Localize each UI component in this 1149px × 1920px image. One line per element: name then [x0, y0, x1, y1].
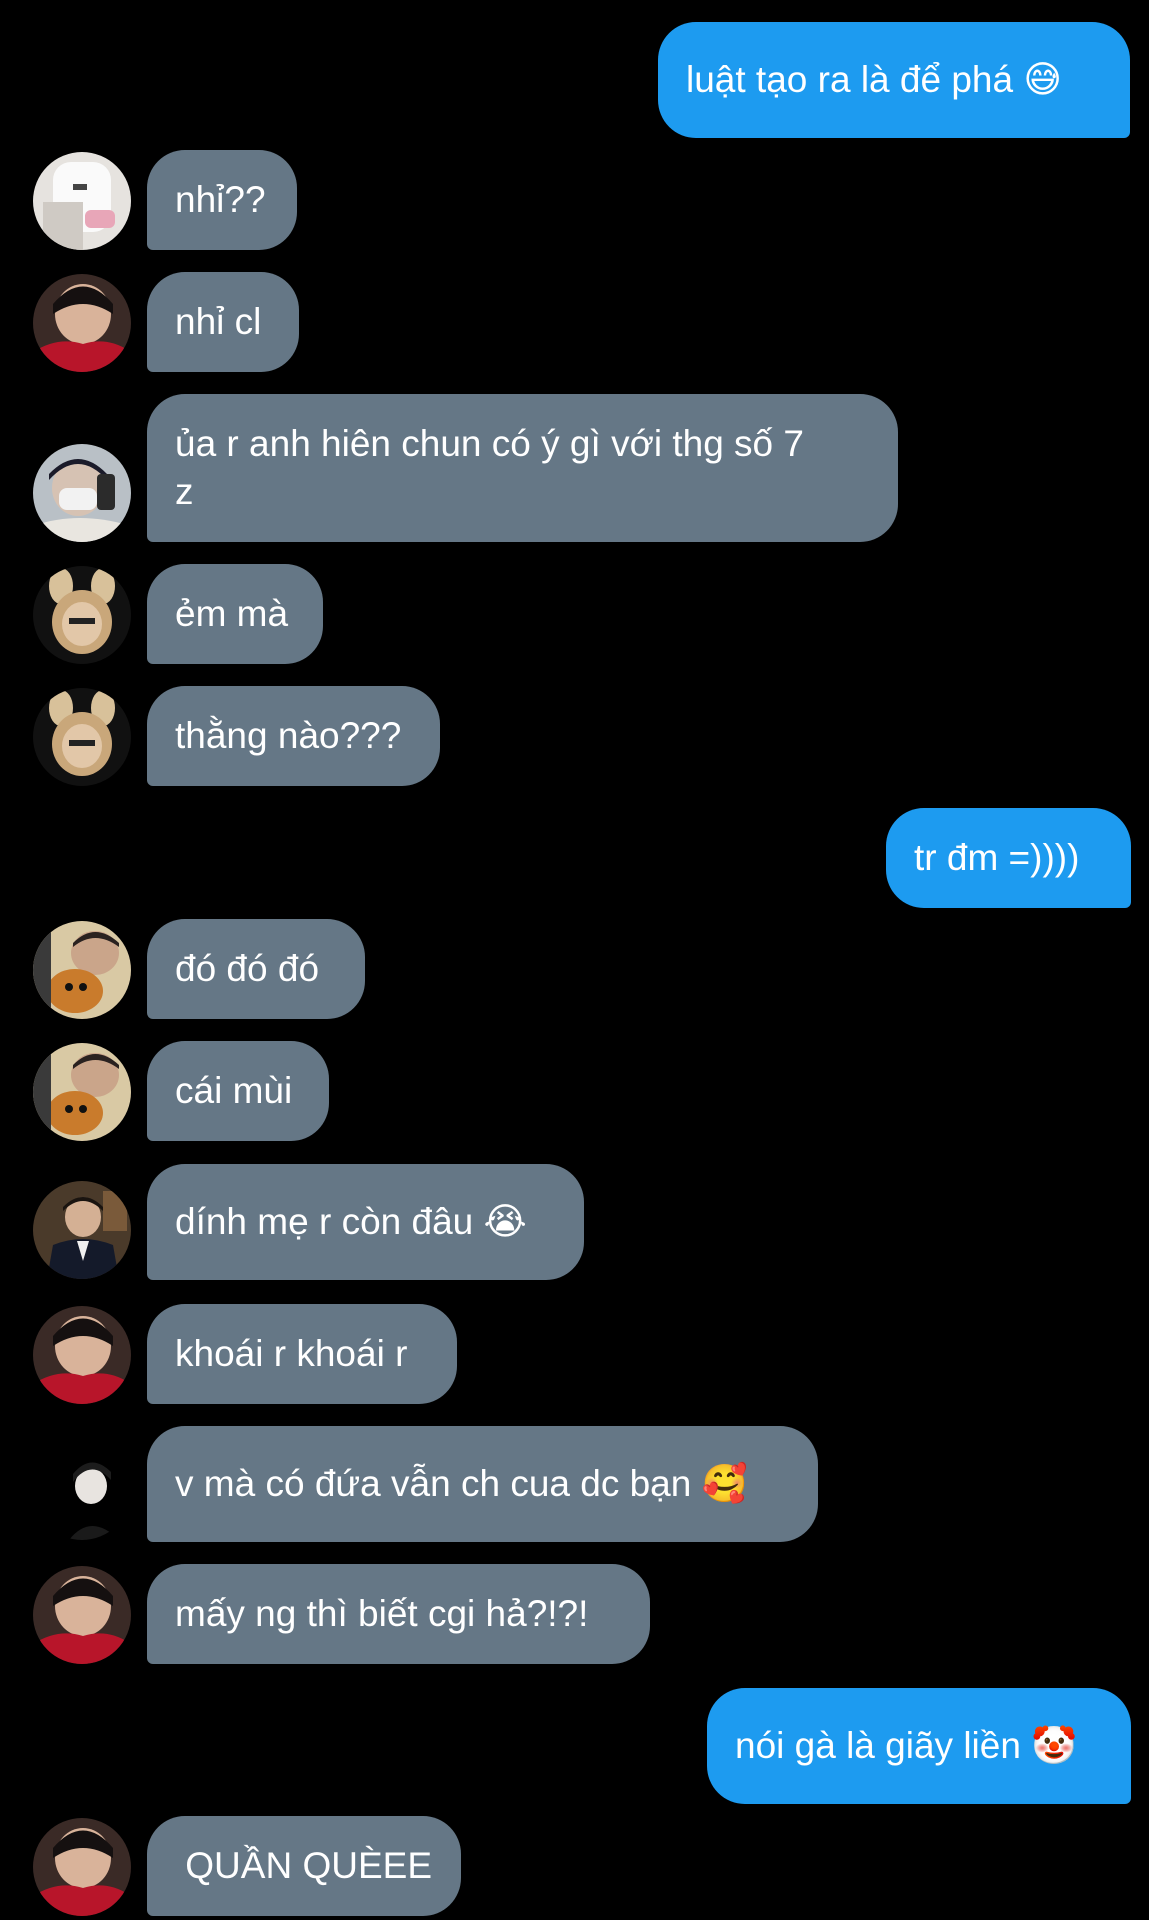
message-text: nói gà là giãy liền 🤡	[735, 1725, 1078, 1766]
user-a-avatar[interactable]	[33, 152, 131, 250]
message-bubble-incoming[interactable]: ẻm mà	[147, 564, 323, 664]
user-c-avatar[interactable]	[33, 444, 131, 542]
message-text: khoái r khoái r	[175, 1333, 408, 1374]
message-bubble-outgoing[interactable]: nói gà là giãy liền 🤡	[707, 1688, 1131, 1804]
message-text: nhỉ??	[175, 179, 266, 220]
message-text: cái mùi	[175, 1070, 293, 1111]
user-d-avatar[interactable]	[33, 566, 131, 664]
message-bubble-incoming[interactable]: thằng nào???	[147, 686, 440, 786]
message-bubble-incoming[interactable]: đó đó đó	[147, 919, 365, 1019]
user-e-avatar[interactable]	[33, 921, 131, 1019]
message-text: QUẦN QUÈEE	[175, 1845, 432, 1886]
message-bubble-incoming[interactable]: ủa r anh hiên chun có ý gì với thg số 7 …	[147, 394, 898, 542]
message-bubble-outgoing[interactable]: tr đm =))))	[886, 808, 1131, 908]
message-text: mấy ng thì biết cgi hả?!?!	[175, 1593, 589, 1634]
message-text: luật tạo ra là để phá 😅	[686, 59, 1062, 100]
message-bubble-outgoing[interactable]: luật tạo ra là để phá 😅	[658, 22, 1130, 138]
message-bubble-incoming[interactable]: nhỉ??	[147, 150, 297, 250]
user-g-avatar[interactable]	[33, 1442, 131, 1540]
message-bubble-incoming[interactable]: nhỉ cl	[147, 272, 299, 372]
message-text: dính mẹ r còn đâu 😭	[175, 1201, 527, 1242]
user-b-avatar[interactable]	[33, 1306, 131, 1404]
user-d-avatar[interactable]	[33, 688, 131, 786]
user-b-avatar[interactable]	[33, 274, 131, 372]
user-f-avatar[interactable]	[33, 1181, 131, 1279]
message-bubble-incoming[interactable]: khoái r khoái r	[147, 1304, 457, 1404]
message-text: đó đó đó	[175, 948, 320, 989]
message-bubble-incoming[interactable]: cái mùi	[147, 1041, 329, 1141]
message-text: ủa r anh hiên chun có ý gì với thg số 7 …	[175, 423, 804, 512]
message-text: nhỉ cl	[175, 301, 262, 342]
message-text: thằng nào???	[175, 715, 402, 756]
message-bubble-incoming[interactable]: v mà có đứa vẫn ch cua dc bạn 🥰	[147, 1426, 818, 1542]
message-text: tr đm =))))	[914, 837, 1080, 878]
user-b-avatar[interactable]	[33, 1566, 131, 1664]
message-bubble-incoming[interactable]: QUẦN QUÈEE	[147, 1816, 461, 1916]
message-bubble-incoming[interactable]: dính mẹ r còn đâu 😭	[147, 1164, 584, 1280]
message-bubble-incoming[interactable]: mấy ng thì biết cgi hả?!?!	[147, 1564, 650, 1664]
message-text: v mà có đứa vẫn ch cua dc bạn 🥰	[175, 1463, 748, 1504]
user-b-avatar[interactable]	[33, 1818, 131, 1916]
user-e-avatar[interactable]	[33, 1043, 131, 1141]
message-text: ẻm mà	[175, 593, 289, 634]
